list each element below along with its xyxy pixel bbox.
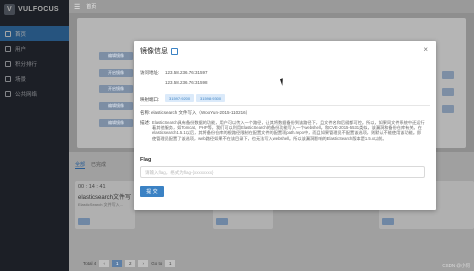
- flag-input[interactable]: [140, 166, 425, 178]
- menu-toggle-icon[interactable]: ☰: [74, 3, 80, 11]
- card-button[interactable]: [216, 218, 228, 225]
- bg-side-button[interactable]: [442, 71, 454, 79]
- dialog-title-text: 镜像信息: [140, 48, 168, 55]
- scene-card[interactable]: 00 : 14 : 41 elasticsearch文件写 ElasticSea…: [75, 181, 135, 229]
- name-label: 名称:: [140, 110, 151, 115]
- pagination: Total 4 ‹ 1 2 › Go to 1: [83, 260, 176, 267]
- bg-action-button[interactable]: 开启镜像: [99, 85, 133, 93]
- access-address-1[interactable]: 123.58.236.76:31597: [165, 70, 208, 75]
- card-desc: ElasticSearch 文件写入...: [78, 202, 123, 207]
- tab-all[interactable]: 全部: [75, 161, 86, 169]
- port-label: 映射端口:: [140, 97, 160, 102]
- desc-text: ElasticSearch具有备份数据的功能，用户可以传入一个路径，让其将数据备…: [152, 120, 425, 141]
- tab-done[interactable]: 已完成: [91, 161, 106, 169]
- bg-side-button[interactable]: [442, 88, 454, 96]
- pager-page[interactable]: 2: [125, 260, 136, 267]
- access-label: 访问地址:: [140, 70, 160, 75]
- pager-prev[interactable]: ‹: [99, 260, 110, 267]
- submit-button[interactable]: 提 交: [140, 186, 164, 197]
- bg-action-button[interactable]: 编辑镜像: [99, 102, 133, 110]
- close-icon[interactable]: ×: [423, 45, 428, 54]
- pager-next[interactable]: ›: [138, 260, 149, 267]
- bg-side-button[interactable]: [442, 105, 454, 113]
- port-tag: 31597:9200: [165, 94, 195, 102]
- divider: [140, 105, 430, 106]
- dialog-title: 镜像信息: [140, 46, 178, 56]
- pager-goto-input[interactable]: 1: [165, 260, 176, 267]
- tabs: 全部 已完成: [75, 161, 106, 169]
- watermark: CSDN @小何: [442, 263, 470, 268]
- card-timer: 00 : 14 : 41: [78, 184, 106, 190]
- access-address-2[interactable]: 123.58.236.76:31598: [165, 80, 208, 85]
- card-button[interactable]: [382, 218, 394, 225]
- top-bar: ☰ 首页: [69, 0, 474, 13]
- breadcrumb: 首页: [86, 4, 97, 10]
- bg-action-button[interactable]: 编辑镜像: [99, 52, 133, 60]
- bg-action-button[interactable]: 开启镜像: [99, 69, 133, 77]
- card-name: elasticsearch文件写: [78, 195, 132, 201]
- pager-page[interactable]: 1: [112, 260, 123, 267]
- overlay-dim: [0, 0, 69, 271]
- pager-goto-label: Go to: [151, 261, 163, 266]
- flag-label: Flag: [140, 157, 152, 163]
- port-tag: 31598:9300: [196, 94, 226, 102]
- pager-total: Total 4: [83, 261, 97, 266]
- sidebar: V VULFOCUS 首页 用户 积分排行 场景 公共网络: [0, 0, 69, 271]
- card-button[interactable]: [78, 218, 90, 225]
- copy-icon[interactable]: [171, 47, 178, 55]
- name-value: elasticsearch 文件写入（WooYun-2015-110216）: [151, 110, 251, 115]
- image-info-dialog: 镜像信息 × 访问地址: 123.58.236.76:31597 123.58.…: [134, 41, 436, 210]
- bg-action-button[interactable]: 编辑镜像: [99, 119, 133, 127]
